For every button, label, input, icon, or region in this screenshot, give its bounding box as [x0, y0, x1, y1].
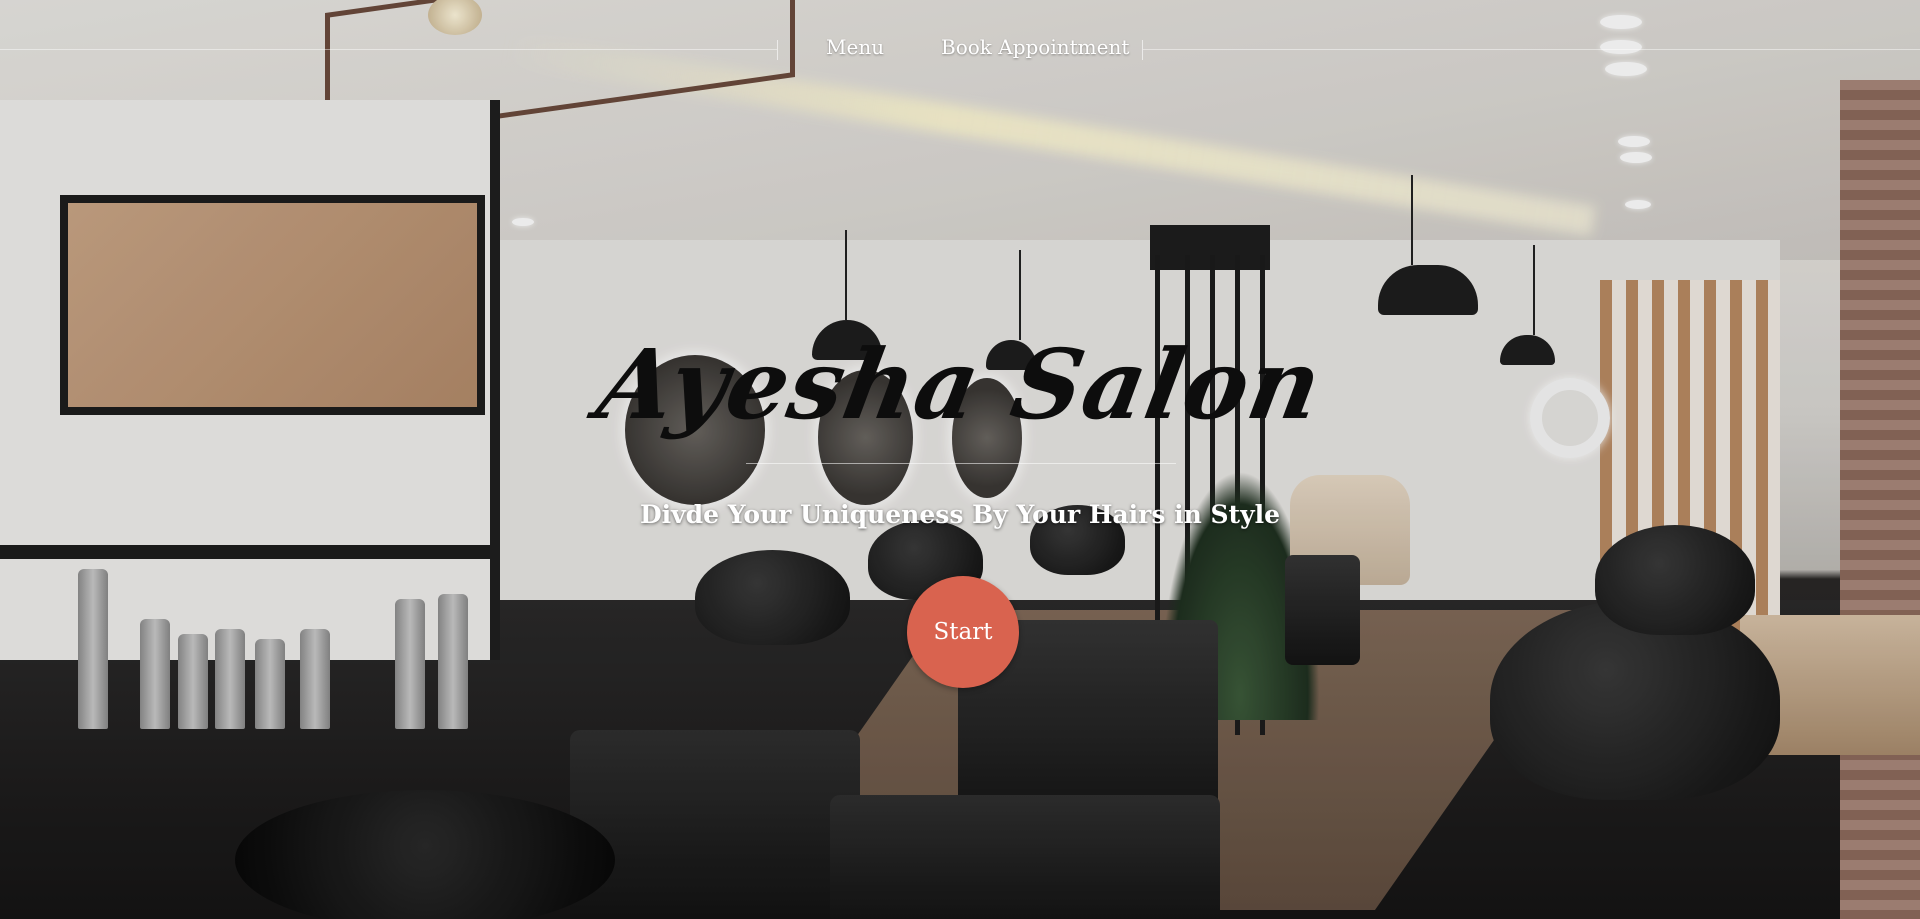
nav-divider-tick: [777, 40, 778, 60]
nav-divider-line: [0, 49, 777, 50]
image-overlay: [0, 0, 1920, 919]
nav-divider-line: [1143, 49, 1920, 50]
nav-link-book-appointment[interactable]: Book Appointment: [941, 35, 1129, 59]
top-navigation: Menu Book Appointment: [0, 30, 1920, 70]
hero-subtitle: Divde Your Uniqueness By Your Hairs in S…: [639, 500, 1281, 529]
hero-divider: [746, 463, 1176, 464]
start-button[interactable]: Start: [907, 576, 1019, 688]
nav-divider-tick: [1142, 40, 1143, 60]
nav-link-menu[interactable]: Menu: [826, 35, 884, 59]
hero-title: Ayesha Salon: [589, 328, 1331, 441]
